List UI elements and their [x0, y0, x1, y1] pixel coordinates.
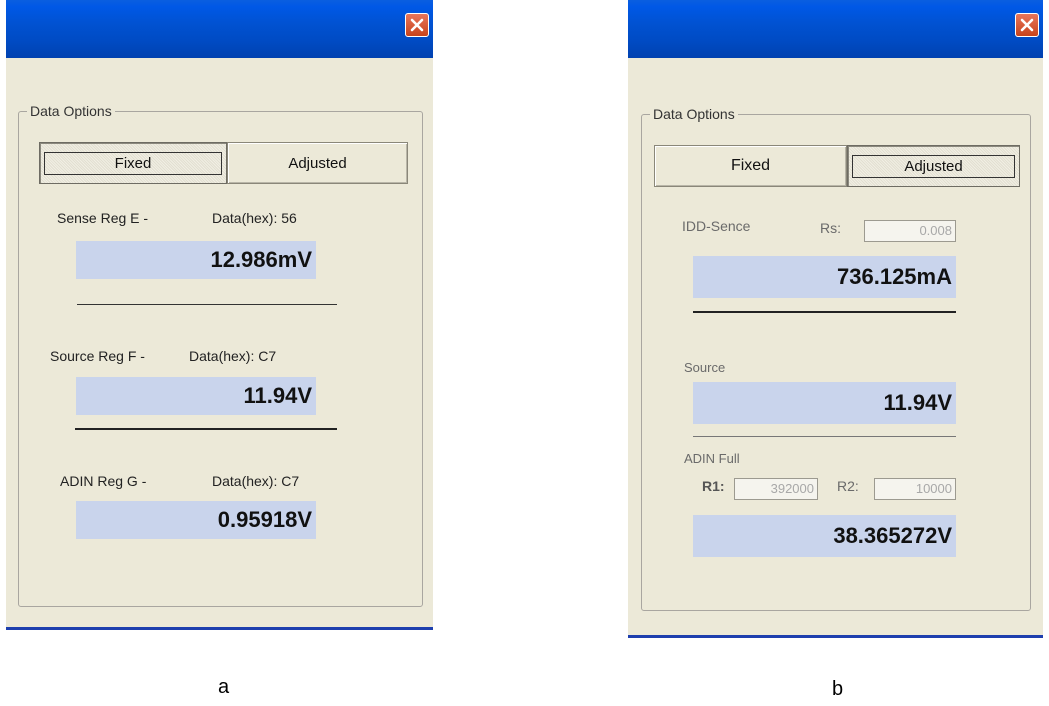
r2-field[interactable]: 10000 [874, 478, 956, 500]
divider [693, 311, 956, 313]
r1-field[interactable]: 392000 [734, 478, 818, 500]
fixed-label: Fixed [44, 151, 222, 175]
idd-sence-label: IDD-Sence [682, 218, 751, 234]
divider [693, 436, 956, 437]
fixed-label: Fixed [730, 157, 771, 174]
adjusted-button[interactable]: Adjusted [227, 142, 408, 184]
caption-a: a [218, 676, 230, 698]
sense-reg-label: Sense Reg E - [57, 210, 149, 226]
divider [77, 304, 337, 305]
source-hex-label: Data(hex): C7 [189, 348, 277, 364]
title-bar[interactable] [6, 0, 433, 58]
sense-readout: 12.986mV [76, 241, 316, 279]
adjusted-label: Adjusted [288, 154, 347, 172]
source-readout: 11.94V [693, 382, 956, 424]
close-button[interactable] [1015, 13, 1039, 37]
source-readout: 11.94V [76, 377, 316, 415]
idd-readout: 736.125mA [693, 256, 956, 298]
source-reg-label: Source Reg F - [50, 348, 145, 364]
caption-b: b [832, 678, 844, 700]
close-icon [410, 18, 424, 32]
rs-label: Rs: [820, 220, 841, 236]
group-label: Data Options [650, 106, 738, 122]
dialog-window-b: Data Options Fixed Adjusted IDD-Sence Rs… [628, 0, 1043, 638]
divider [75, 428, 337, 430]
fixed-button[interactable]: Fixed [39, 142, 227, 184]
rs-field[interactable]: 0.008 [864, 220, 956, 242]
adin-hex-label: Data(hex): C7 [212, 473, 300, 489]
group-label: Data Options [27, 103, 115, 119]
adin-full-label: ADIN Full [684, 451, 740, 466]
sense-hex-label: Data(hex): 56 [212, 210, 297, 226]
r1-label: R1: [702, 478, 725, 494]
source-label: Source [684, 360, 726, 375]
adin-readout: 0.95918V [76, 501, 316, 539]
adjusted-label: Adjusted [852, 154, 1015, 178]
data-options-group: Data Options Fixed Adjusted IDD-Sence Rs… [641, 106, 1031, 611]
data-options-group: Data Options Fixed Adjusted Sense Reg E … [18, 103, 423, 607]
r2-label: R2: [837, 478, 859, 494]
title-bar[interactable] [628, 0, 1043, 58]
close-icon [1020, 18, 1034, 32]
dialog-window-a: Data Options Fixed Adjusted Sense Reg E … [6, 0, 433, 630]
fixed-button[interactable]: Fixed [654, 145, 847, 187]
adjusted-button[interactable]: Adjusted [847, 145, 1020, 187]
adin-readout: 38.365272V [693, 515, 956, 557]
adin-reg-label: ADIN Reg G - [60, 473, 147, 489]
close-button[interactable] [405, 13, 429, 37]
